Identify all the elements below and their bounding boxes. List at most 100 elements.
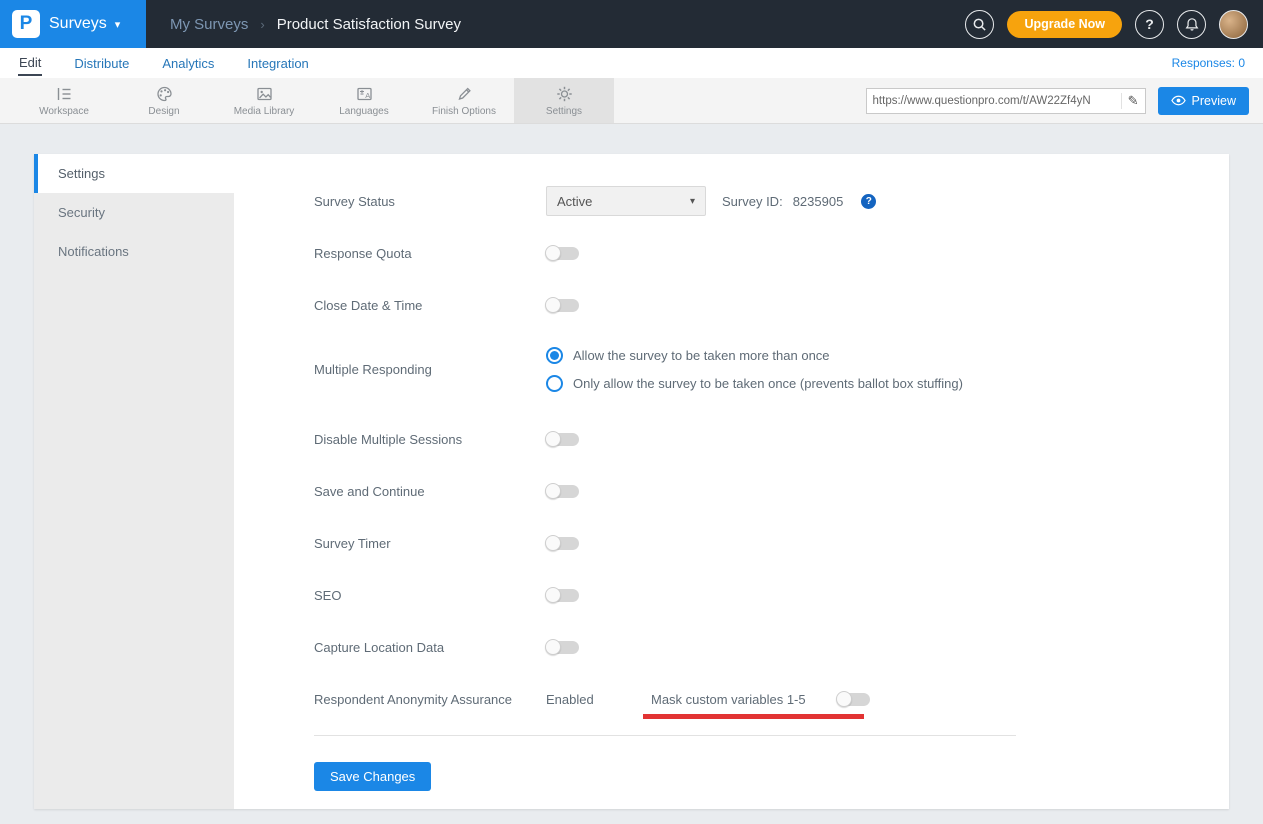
toggle-knob [836,691,852,707]
toolbar-item-media-library[interactable]: Media Library [214,78,314,123]
radio-option-label: Only allow the survey to be taken once (… [573,376,963,391]
notifications-button[interactable] [1177,10,1206,39]
survey-url-input[interactable] [867,95,1121,107]
save-continue-toggle[interactable] [546,485,579,498]
toggle-knob [545,431,561,447]
toggle-knob [545,639,561,655]
toolbar-item-finish-options[interactable]: Finish Options [414,78,514,123]
sidebar-item-label: Security [58,205,105,220]
search-icon [972,17,987,32]
tab-integration[interactable]: Integration [246,51,309,75]
sidebar-item-notifications[interactable]: Notifications [34,232,234,271]
responses-count[interactable]: Responses: 0 [1172,56,1245,70]
toolbar-label: Settings [546,106,582,117]
survey-status-select[interactable]: Active ▾ [546,186,706,216]
chevron-down-icon: ▾ [690,196,695,207]
response-quota-toggle[interactable] [546,247,579,260]
setting-row-close-date: Close Date & Time [314,289,1229,321]
product-switcher[interactable]: P Surveys ▾ [0,0,146,48]
sidebar-item-label: Notifications [58,244,129,259]
setting-row-response-quota: Response Quota [314,237,1229,269]
toolbar-item-workspace[interactable]: Workspace [14,78,114,123]
toggle-knob [545,587,561,603]
edit-toolbar: Workspace Design Media Library A Languag… [0,78,1263,124]
preview-button[interactable]: Preview [1158,87,1249,115]
setting-row-save-continue: Save and Continue [314,475,1229,507]
upgrade-now-button[interactable]: Upgrade Now [1007,11,1122,38]
bell-icon [1185,17,1199,32]
search-button[interactable] [965,10,994,39]
capture-location-toggle[interactable] [546,641,579,654]
survey-id-label: Survey ID: [722,194,783,209]
setting-row-multiple-responding: Multiple Responding Allow the survey to … [314,341,1229,397]
toolbar-item-settings[interactable]: Settings [514,78,614,123]
setting-row-survey-status: Survey Status Active ▾ Survey ID: 823590… [314,185,1229,217]
header-actions: Upgrade Now ? [965,10,1263,39]
toolbar-right: ✎ Preview [866,78,1263,123]
toolbar-label: Media Library [234,106,295,117]
toggle-knob [545,483,561,499]
app-name: Surveys [49,15,107,33]
workspace-icon [55,85,74,103]
setting-row-survey-timer: Survey Timer [314,527,1229,559]
survey-id-help-icon[interactable]: ? [861,194,876,209]
close-date-label: Close Date & Time [314,298,546,313]
toolbar-label: Design [148,106,179,117]
question-mark-icon: ? [1145,16,1154,32]
breadcrumb-my-surveys[interactable]: My Surveys [170,16,248,33]
breadcrumb: My Surveys › Product Satisfaction Survey [170,16,461,33]
mask-custom-variables-toggle[interactable] [837,693,870,706]
app-header: P Surveys ▾ My Surveys › Product Satisfa… [0,0,1263,48]
main-area: Settings Security Notifications Survey S… [0,124,1263,824]
seo-toggle[interactable] [546,589,579,602]
radio-option-once[interactable]: Only allow the survey to be taken once (… [546,375,963,392]
setting-row-anonymity: Respondent Anonymity Assurance Enabled M… [314,683,1229,715]
sidebar-item-security[interactable]: Security [34,193,234,232]
setting-row-capture-location: Capture Location Data [314,631,1229,663]
svg-text:A: A [365,90,370,99]
highlight-underline [643,714,864,719]
multiple-responding-options: Allow the survey to be taken more than o… [546,347,963,392]
mask-custom-variables-label: Mask custom variables 1-5 [651,692,806,707]
response-quota-label: Response Quota [314,246,546,261]
languages-icon: A [355,85,374,103]
media-library-icon [255,85,274,103]
setting-row-seo: SEO [314,579,1229,611]
survey-nav-tabs: Edit Distribute Analytics Integration Re… [0,48,1263,78]
survey-timer-toggle[interactable] [546,537,579,550]
settings-card: Settings Security Notifications Survey S… [34,154,1229,809]
tab-analytics[interactable]: Analytics [161,51,215,75]
save-changes-button[interactable]: Save Changes [314,762,431,791]
tab-edit[interactable]: Edit [18,50,42,76]
toggle-knob [545,245,561,261]
toggle-knob [545,297,561,313]
toolbar-label: Languages [339,106,389,117]
disable-sessions-toggle[interactable] [546,433,579,446]
settings-form: Survey Status Active ▾ Survey ID: 823590… [234,154,1229,809]
radio-option-multiple[interactable]: Allow the survey to be taken more than o… [546,347,963,364]
survey-status-label: Survey Status [314,194,546,209]
toolbar-item-languages[interactable]: A Languages [314,78,414,123]
toolbar-label: Finish Options [432,106,496,117]
setting-row-disable-sessions: Disable Multiple Sessions [314,423,1229,455]
survey-timer-label: Survey Timer [314,536,546,551]
user-avatar[interactable] [1219,10,1248,39]
toggle-knob [545,535,561,551]
save-continue-label: Save and Continue [314,484,546,499]
tab-distribute[interactable]: Distribute [73,51,130,75]
sidebar-item-settings[interactable]: Settings [34,154,234,193]
toolbar-item-design[interactable]: Design [114,78,214,123]
sidebar-item-label: Settings [58,166,105,181]
survey-status-value: Active [557,194,592,209]
seo-label: SEO [314,588,546,603]
close-date-toggle[interactable] [546,299,579,312]
edit-url-pencil-icon[interactable]: ✎ [1121,93,1145,109]
radio-checked-icon [546,347,563,364]
section-divider [314,735,1016,736]
finish-options-icon [455,85,474,103]
eye-icon [1171,95,1186,106]
design-icon [155,85,174,103]
help-button[interactable]: ? [1135,10,1164,39]
page-title: Product Satisfaction Survey [277,16,461,33]
disable-sessions-label: Disable Multiple Sessions [314,432,546,447]
